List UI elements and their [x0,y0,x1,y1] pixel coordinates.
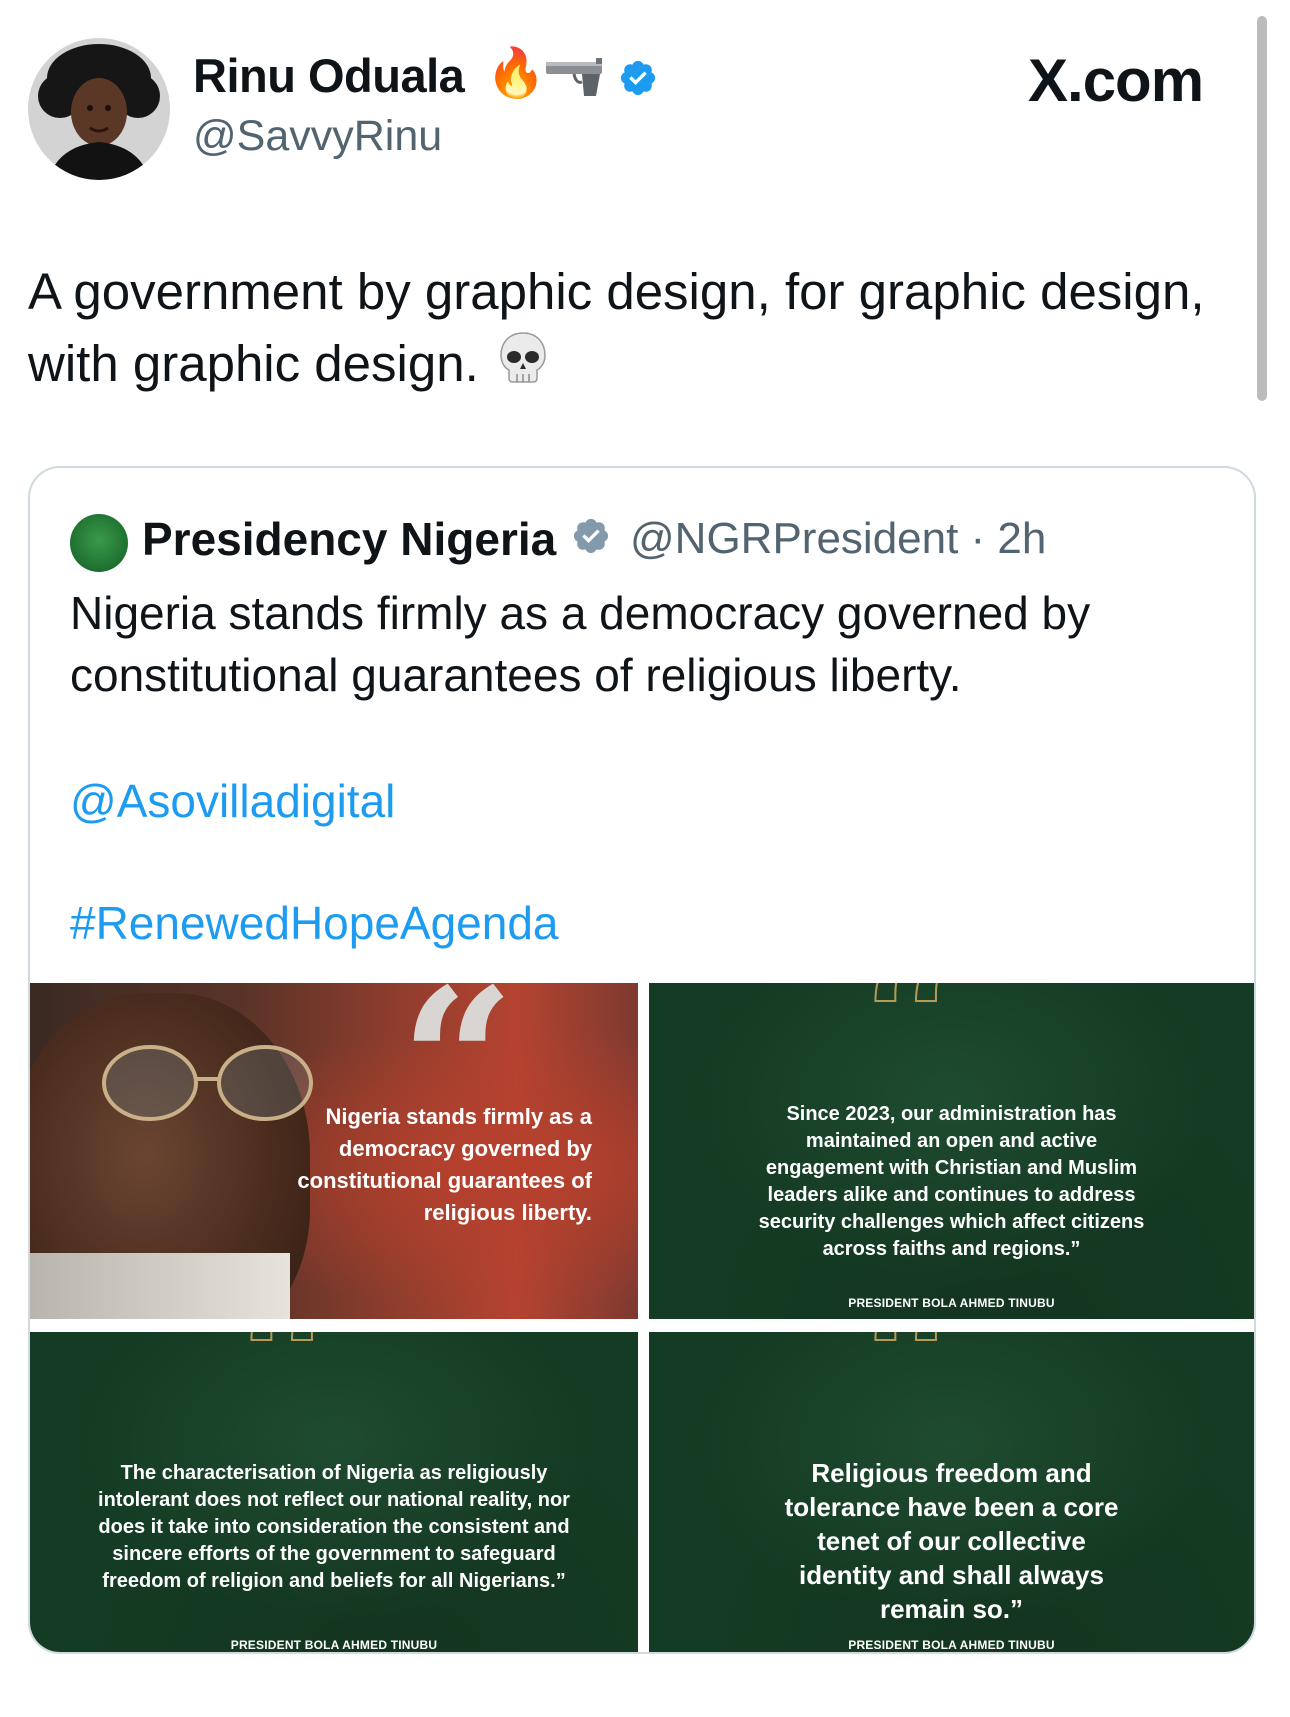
hashtag-link[interactable]: #RenewedHopeAgenda [70,896,559,950]
quoted-avatar[interactable] [70,514,128,572]
quoted-tweet-card[interactable]: Presidency Nigeria @NGRPresident · 2h Ni… [28,466,1256,1654]
fire-icon: 🔥 [486,47,546,100]
media-image-4[interactable]: “ Religious freedom and tolerance have b… [649,1332,1254,1652]
image-3-quote: The characterisation of Nigeria as relig… [98,1462,570,1592]
pistol-icon [544,58,606,103]
author-name[interactable]: Rinu Oduala [193,48,465,103]
quote-mark-icon: “ [229,1332,338,1494]
image-4-quote: Religious freedom and tolerance have bee… [784,1458,1119,1624]
skull-icon [497,330,549,405]
tweet-body: A government by graphic design, for grap… [28,263,1205,392]
image-1-quote: Nigeria stands firmly as a democracy gov… [297,1104,592,1225]
image-3-attribution: PRESIDENT BOLA AHMED TINUBU [230,1638,438,1652]
mention-link[interactable]: @Asovilladigital [70,774,395,828]
image-2-attribution: PRESIDENT BOLA AHMED TINUBU [848,1296,1055,1310]
quoted-handle-time[interactable]: @NGRPresident · 2h [630,514,1046,564]
media-image-2[interactable]: “ Since 2023, our administration has mai… [649,983,1254,1319]
site-label: X.com [1028,47,1204,114]
scrollbar[interactable] [1257,16,1267,401]
media-image-3[interactable]: “ The characterisation of Nigeria as rel… [30,1332,638,1652]
quoted-verified-badge-icon[interactable] [571,516,611,561]
author-avatar[interactable] [28,38,170,180]
image-2-quote: Since 2023, our administration has maint… [758,1103,1145,1260]
verified-badge-icon[interactable] [618,58,658,103]
quoted-text: Nigeria stands firmly as a democracy gov… [70,587,1091,701]
quoted-name[interactable]: Presidency Nigeria [142,512,556,566]
author-handle[interactable]: @SavvyRinu [193,112,442,161]
portrait-shirt [30,1253,290,1319]
tweet-text: A government by graphic design, for grap… [28,256,1208,405]
media-image-1[interactable]: “ Nigeria stands firmly as a democracy g… [30,983,638,1319]
image-4-attribution: PRESIDENT BOLA AHMED TINUBU [848,1638,1055,1652]
